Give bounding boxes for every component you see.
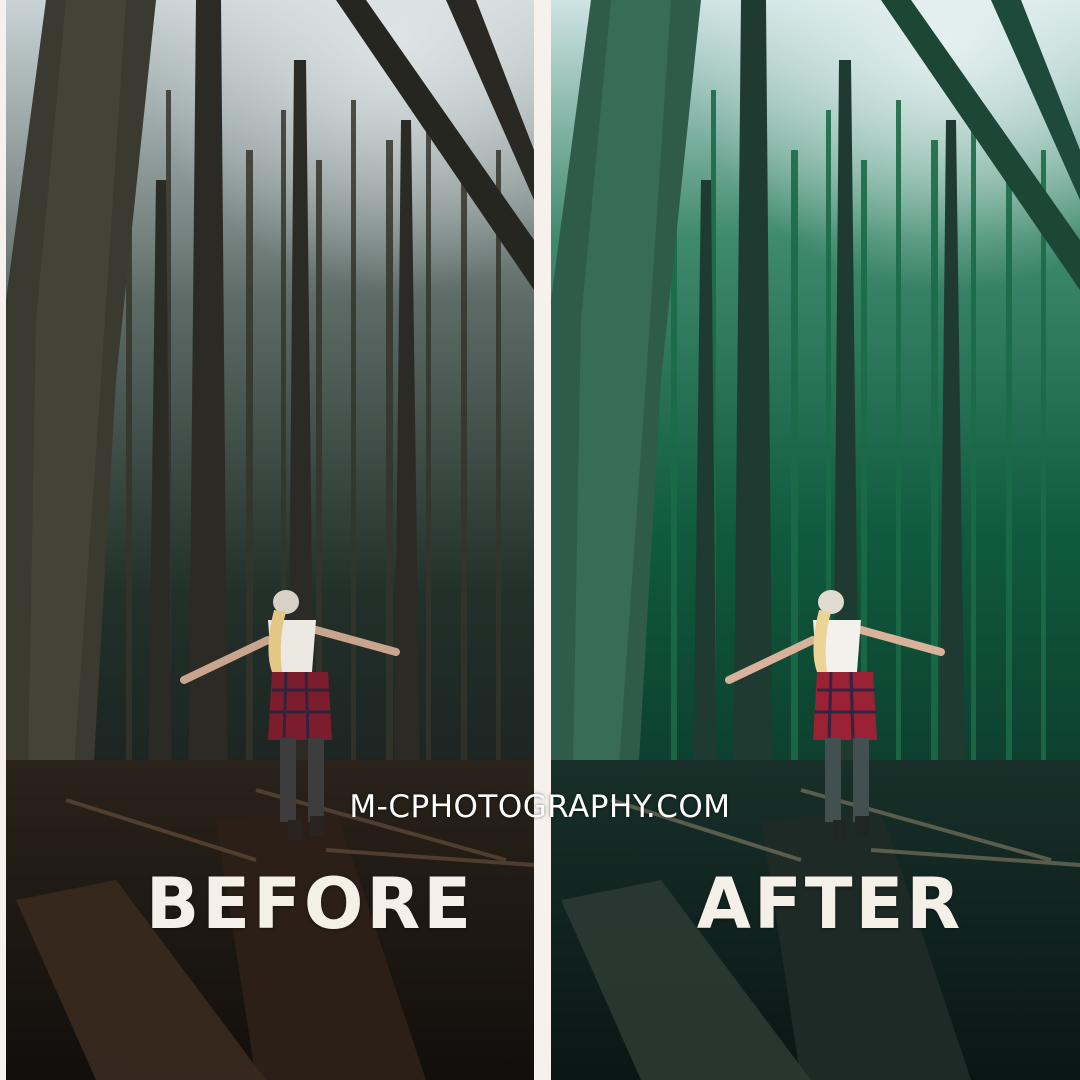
- watermark-text: M-CPHOTOGRAPHY.COM: [349, 789, 731, 825]
- after-label: AFTER: [696, 863, 964, 945]
- before-label: BEFORE: [145, 863, 475, 945]
- before-after-collage: M-CPHOTOGRAPHY.COM BEFORE AFTER: [0, 0, 1080, 1080]
